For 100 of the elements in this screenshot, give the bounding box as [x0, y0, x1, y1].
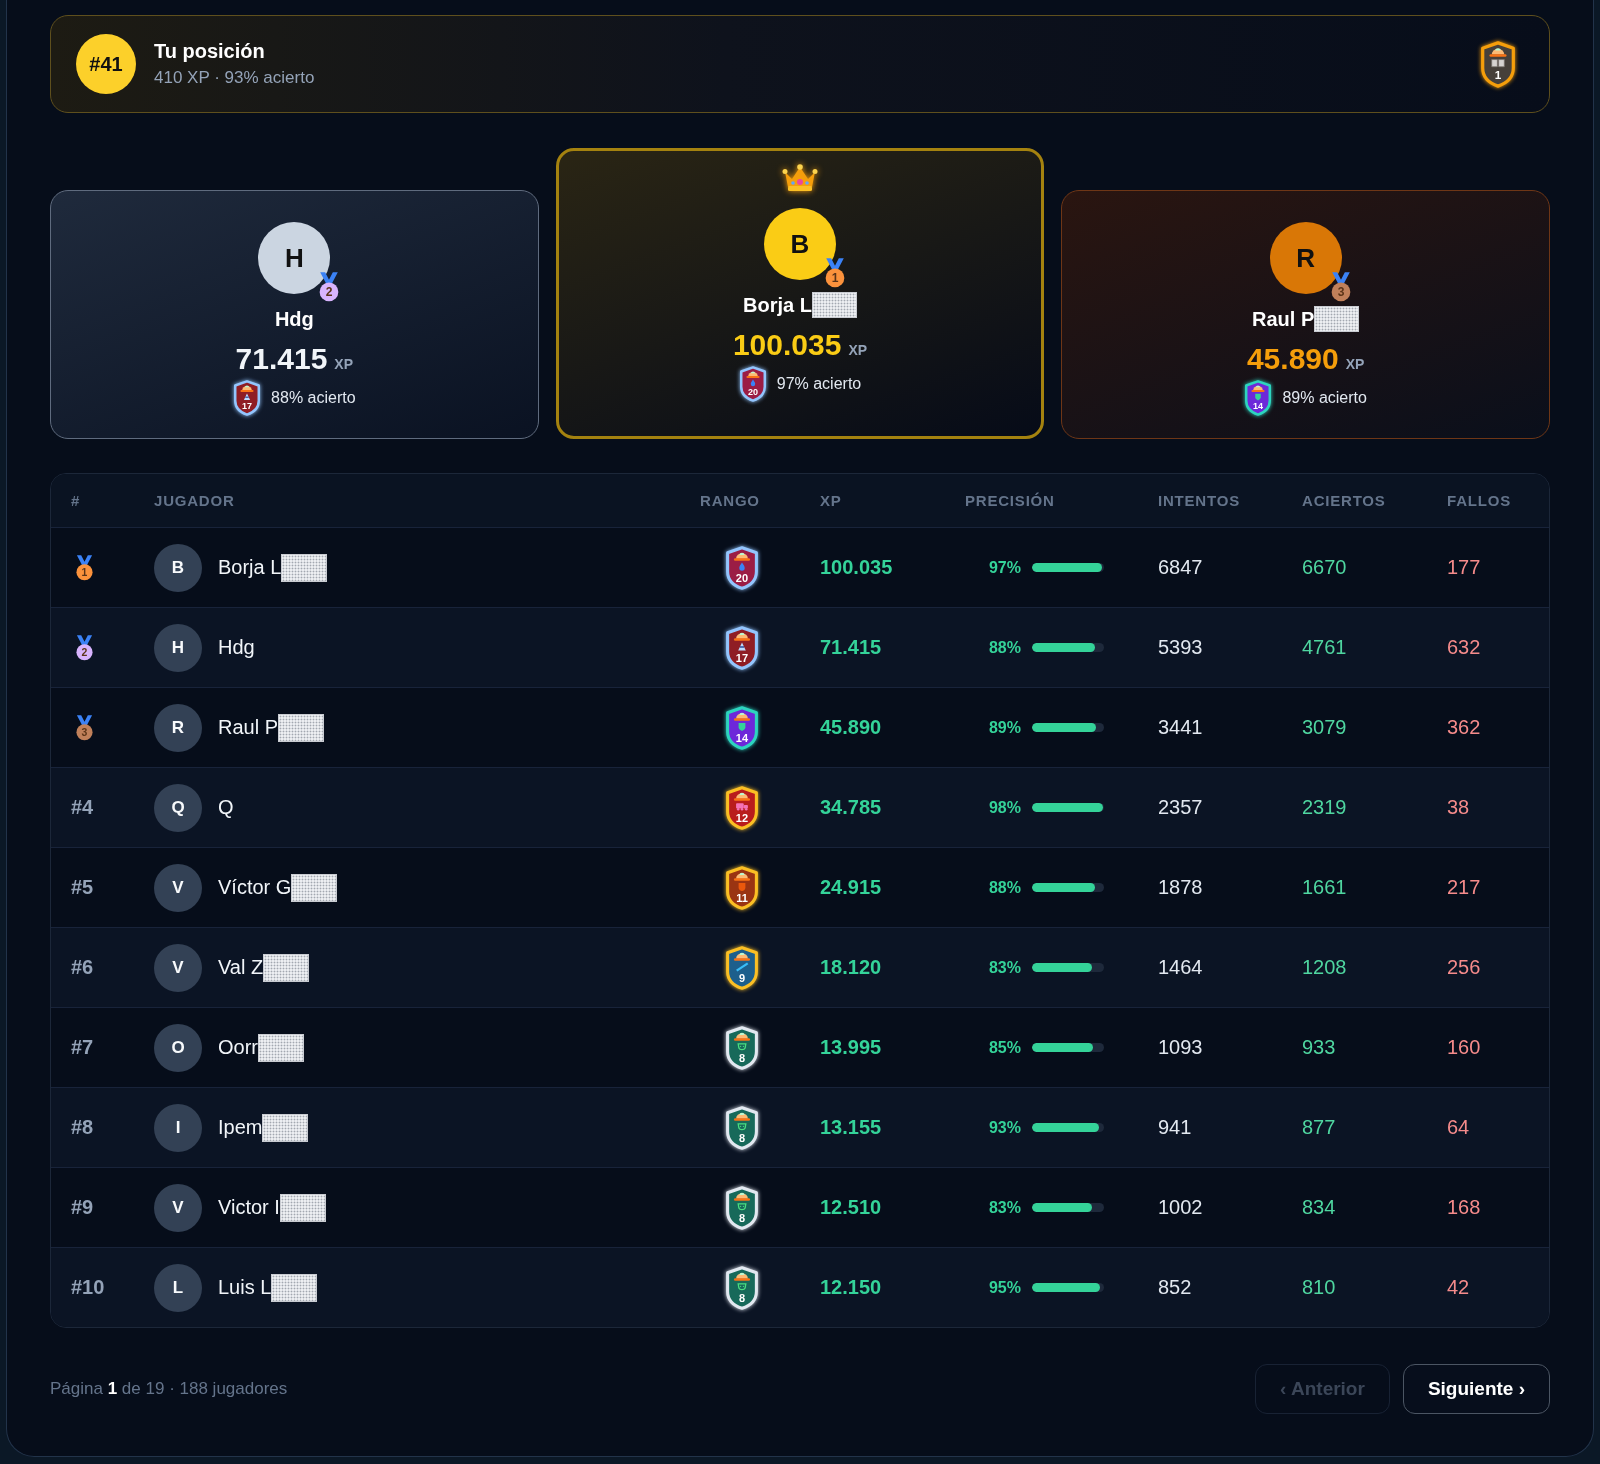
misses-count: 177: [1447, 556, 1481, 579]
avatar: R: [154, 703, 202, 752]
rank-badge: 8: [725, 1185, 759, 1230]
misses-count: 42: [1447, 1276, 1470, 1299]
position-number: #8: [71, 1116, 94, 1139]
column-header: ACIERTOS: [1302, 492, 1387, 509]
avatar: B: [154, 543, 202, 592]
misses-count: 64: [1447, 1116, 1470, 1139]
attempts-count: 1464: [1158, 956, 1203, 979]
xp-value: 100.035: [820, 556, 893, 579]
rank-badge: 8: [725, 1025, 759, 1070]
player-name: Hdg: [274, 307, 314, 331]
attempts-count: 1878: [1158, 876, 1203, 899]
column-header: PRECISIÓN: [965, 492, 1056, 509]
xp-value: 12.510: [820, 1196, 882, 1219]
xp-value: 71.415: [235, 342, 328, 376]
accuracy-text: 88% acierto: [271, 389, 356, 407]
player-name: Val Z: [218, 956, 264, 979]
precision-percent: 83%: [987, 958, 1021, 977]
progress-bar: [1032, 1043, 1104, 1052]
precision-percent: 97%: [987, 558, 1021, 577]
xp-value: 13.995: [820, 1036, 882, 1059]
column-header: INTENTOS: [1158, 492, 1241, 509]
xp-value: 100.035: [732, 328, 842, 362]
avatar: I: [154, 1103, 202, 1152]
attempts-count: 1002: [1158, 1196, 1203, 1219]
table-row[interactable]: #4 Q Q 12 34.785 98% 2357 2319 38: [51, 767, 1549, 847]
xp-value: 71.415: [820, 636, 882, 659]
progress-bar: [1032, 963, 1104, 972]
banner-title: Tu posición: [154, 40, 265, 63]
attempts-count: 941: [1158, 1116, 1192, 1139]
attempts-count: 1093: [1158, 1036, 1203, 1059]
misses-count: 160: [1447, 1036, 1481, 1059]
pagination-summary: Página 1 de 19 · 188 jugadores: [50, 1379, 288, 1399]
player-name: Luis L: [218, 1276, 272, 1299]
avatar: Q: [154, 783, 202, 832]
progress-bar: [1032, 1123, 1104, 1132]
position-rank: #41: [76, 34, 136, 94]
position-number: #5: [71, 876, 94, 899]
misses-count: 217: [1447, 876, 1481, 899]
progress-bar: [1032, 883, 1104, 892]
column-header: RANGO: [700, 492, 761, 509]
progress-bar: [1032, 1283, 1104, 1292]
avatar: V: [154, 943, 202, 992]
attempts-count: 3441: [1158, 716, 1203, 739]
rank-badge: 14: [725, 705, 759, 750]
correct-count: 4761: [1302, 636, 1347, 659]
table-row[interactable]: #6 V Val Z 9 18.120 83% 1464 1208 256: [51, 927, 1549, 1007]
correct-count: 877: [1302, 1116, 1336, 1139]
avatar: O: [154, 1023, 202, 1072]
correct-count: 1208: [1302, 956, 1347, 979]
accuracy-text: 89% acierto: [1282, 389, 1367, 407]
correct-count: 3079: [1302, 716, 1347, 739]
accuracy-text: 97% acierto: [776, 375, 862, 393]
column-header: XP: [820, 492, 843, 509]
xp-value: 12.150: [820, 1276, 882, 1299]
avatar: V: [154, 863, 202, 912]
precision-percent: 95%: [987, 1278, 1021, 1297]
misses-count: 168: [1447, 1196, 1481, 1219]
avatar: V: [154, 1183, 202, 1232]
attempts-count: 852: [1158, 1276, 1192, 1299]
precision-percent: 83%: [987, 1198, 1021, 1217]
player-name: Hdg: [218, 636, 255, 659]
column-header: FALLOS: [1447, 492, 1512, 509]
misses-count: 632: [1447, 636, 1481, 659]
column-header: JUGADOR: [154, 492, 236, 509]
precision-percent: 85%: [987, 1038, 1021, 1057]
column-header: #: [71, 492, 82, 509]
table-row[interactable]: 2 H Hdg 17 71.415 88% 5393 4761 632: [51, 607, 1549, 687]
position-number: #4: [71, 796, 94, 819]
position-number: #6: [71, 956, 94, 979]
xp-value: 34.785: [820, 796, 882, 819]
page-button[interactable]: Siguiente ›: [1402, 1364, 1550, 1414]
attempts-count: 5393: [1158, 636, 1203, 659]
attempts-count: 6847: [1158, 556, 1203, 579]
progress-bar: [1032, 803, 1104, 812]
table-row[interactable]: #10 L Luis L 8 12.150 95% 852 810 42: [51, 1247, 1549, 1327]
progress-bar: [1032, 723, 1104, 732]
rank-badge: 11: [725, 865, 759, 910]
precision-percent: 88%: [987, 878, 1021, 897]
correct-count: 810: [1302, 1276, 1336, 1299]
player-name: Raul P: [218, 716, 279, 739]
avatar: L: [154, 1263, 202, 1312]
correct-count: 6670: [1302, 556, 1347, 579]
misses-count: 256: [1447, 956, 1481, 979]
xp-value: 45.890: [1246, 342, 1339, 376]
position-number: #10: [71, 1276, 105, 1299]
precision-percent: 88%: [987, 638, 1021, 657]
xp-unit: XP: [1345, 356, 1365, 372]
position-number: #7: [71, 1036, 94, 1059]
player-name: Víctor G: [218, 876, 292, 899]
correct-count: 2319: [1302, 796, 1347, 819]
misses-count: 362: [1447, 716, 1481, 739]
rank-badge: 14: [1244, 380, 1273, 416]
table-row[interactable]: #8 I Ipem 8 13.155 93% 941 877 64: [51, 1087, 1549, 1167]
player-name: Borja L: [218, 556, 282, 579]
rank-badge: 9: [725, 945, 759, 990]
rank-badge: 20: [738, 366, 767, 402]
player-name: Ipem: [218, 1116, 263, 1139]
player-name: Oorr: [218, 1036, 258, 1059]
